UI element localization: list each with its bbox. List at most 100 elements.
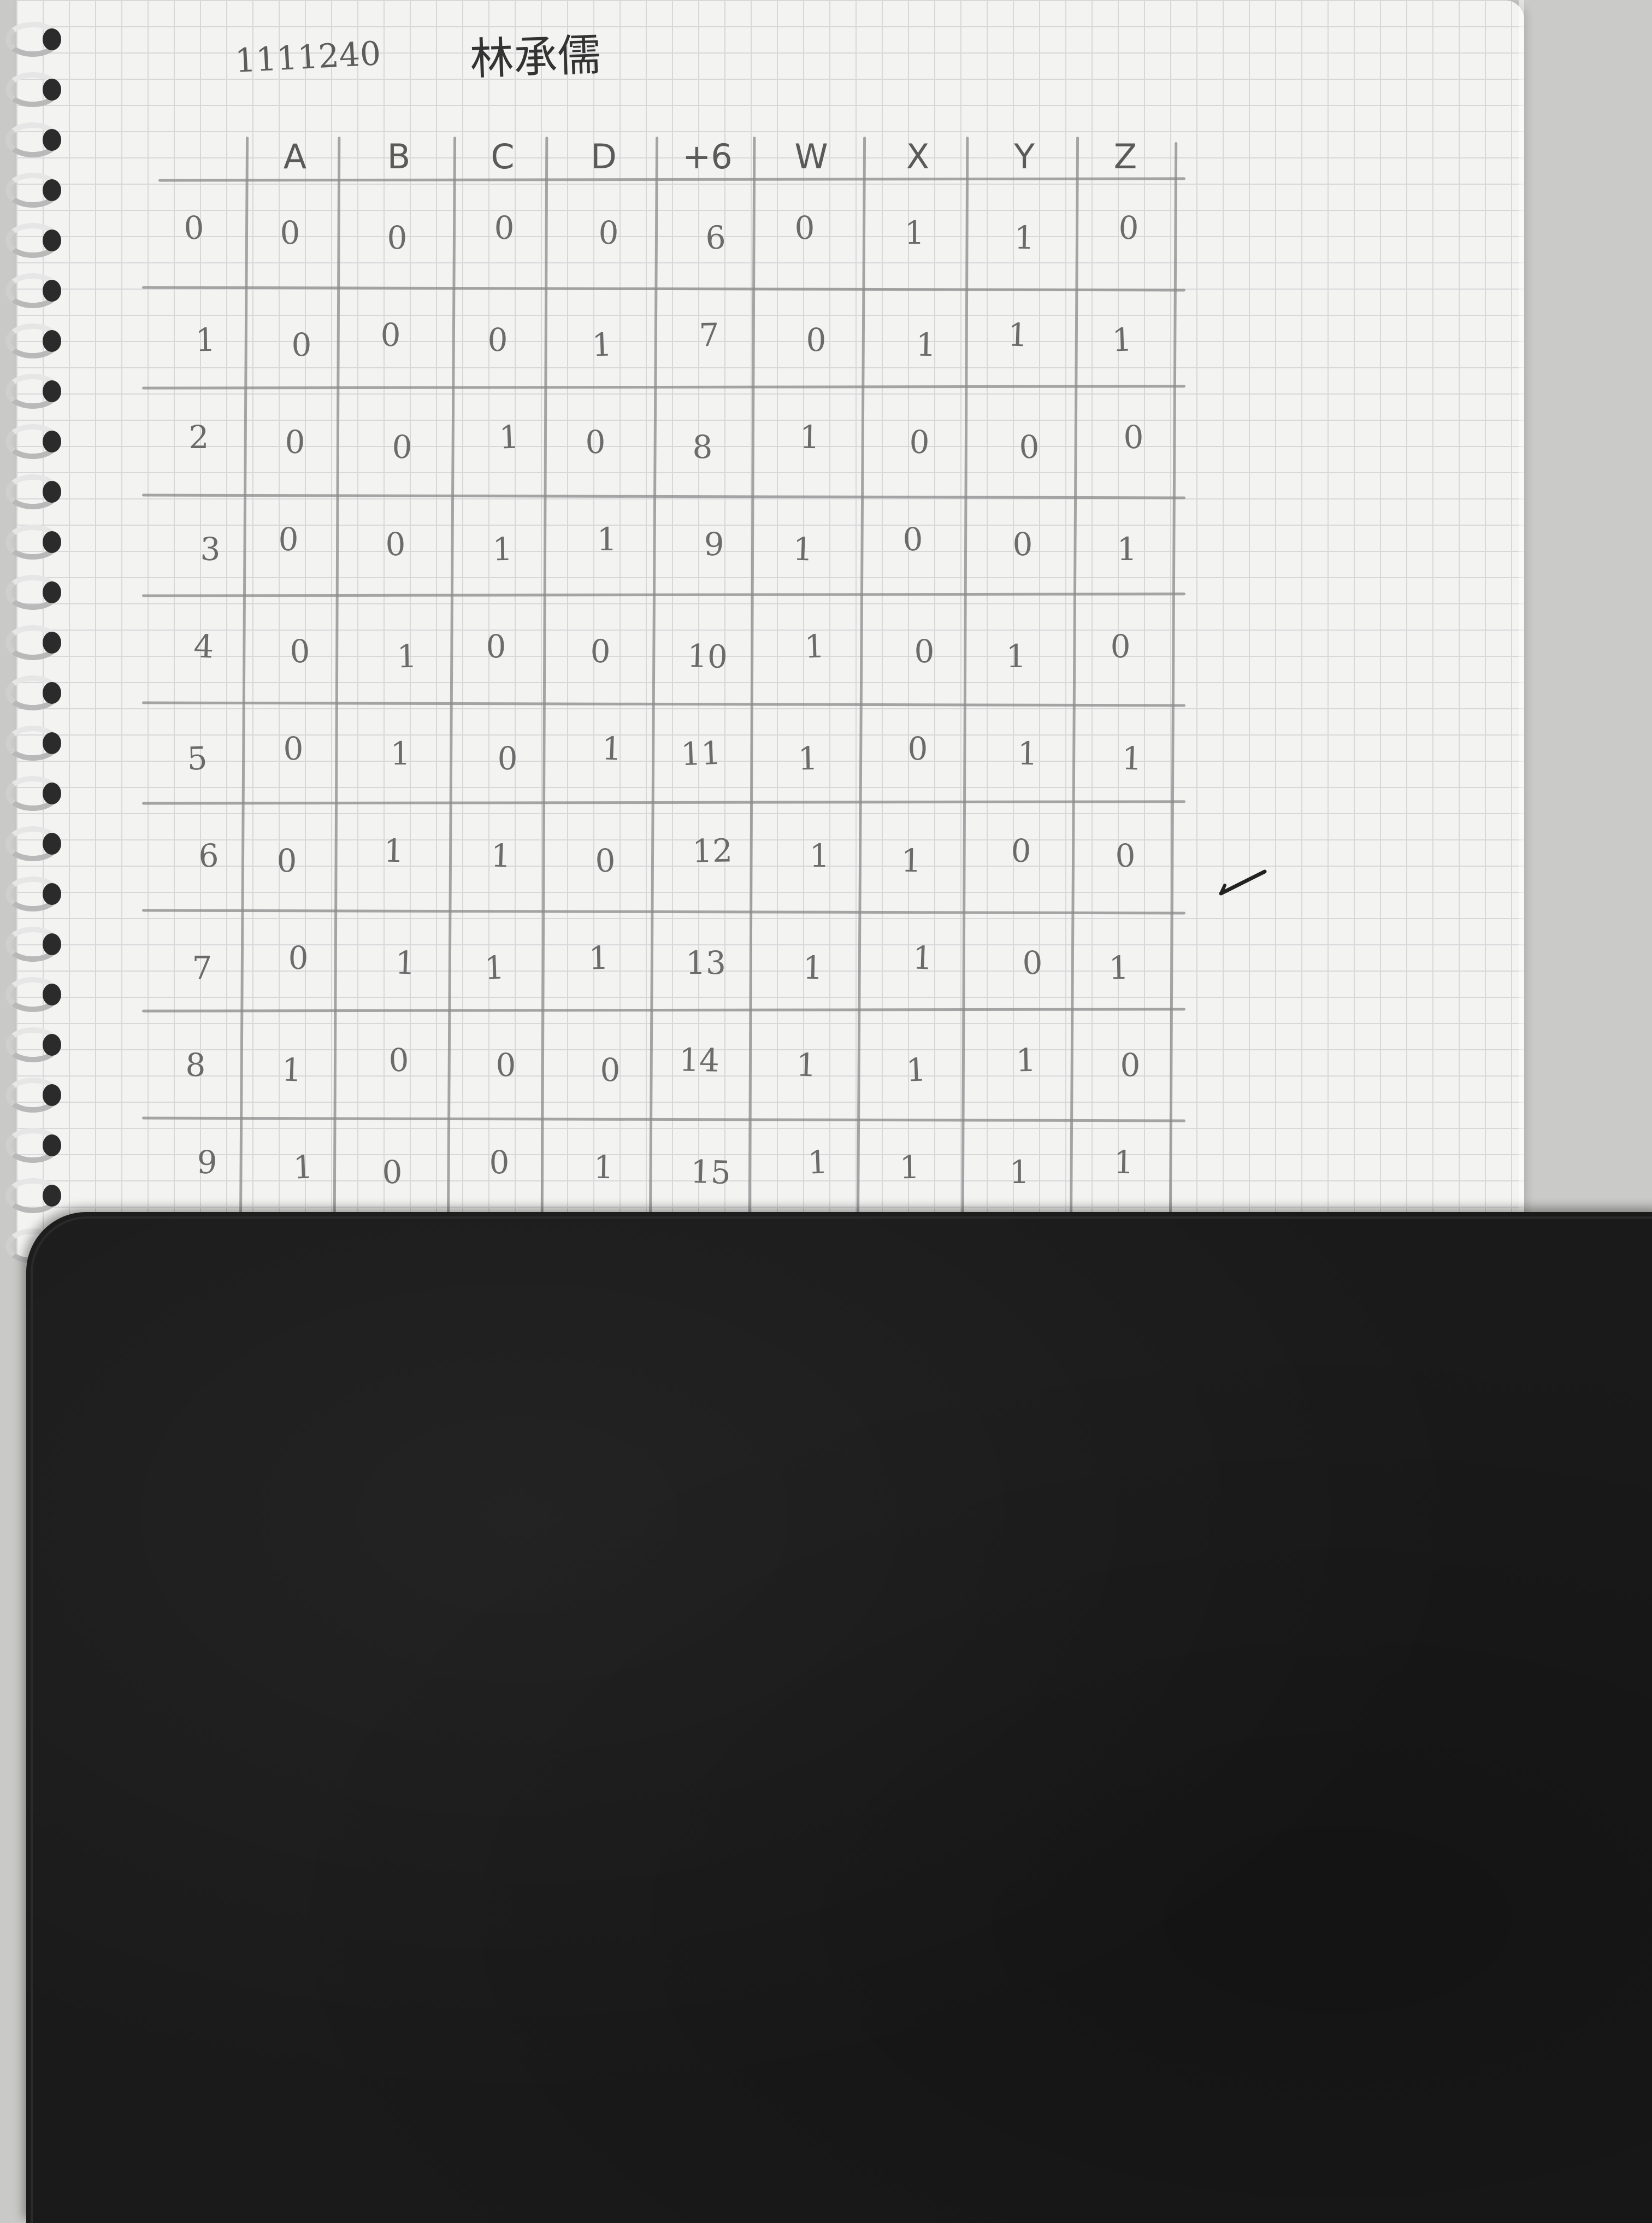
column-header: D	[591, 137, 617, 177]
table-cell: 0	[1114, 837, 1136, 875]
table-cell: 0	[1123, 418, 1144, 456]
photo-scene: 1111240 林承儒 A B C D +6 W X Y Z 0 0 0 0 0 6 0 1 1 0 1 0 0 0 1 7 0 1…	[0, 0, 1652, 2223]
table-cell: 0	[391, 428, 413, 466]
table-cell: 1	[597, 521, 617, 558]
binding-hole	[43, 431, 61, 452]
page-edge	[1519, 0, 1524, 1257]
table-cell: 0	[289, 632, 311, 671]
truth-table: A B C D +6 W X Y Z 0 0 0 0 0 6 0 1 1 0 1 0 0 0 1 7 0 1 1 1 2 0 0 1 0 8 1 0 0 0…	[141, 131, 1186, 1235]
table-cell: 1	[795, 1046, 817, 1084]
table-cell: 0	[913, 632, 935, 671]
table-cell: 1	[899, 1148, 921, 1186]
table-cell: 1	[396, 637, 418, 675]
table-rule	[141, 592, 1186, 597]
table-cell: 15	[689, 1152, 732, 1192]
table-cell: 1	[490, 837, 512, 875]
binding-hole	[43, 481, 61, 503]
table-cell: 0	[1022, 944, 1043, 982]
binding-hole	[43, 1185, 61, 1207]
binding-hole	[43, 280, 61, 302]
column-header: B	[387, 137, 411, 177]
table-cell: 0	[598, 214, 620, 252]
table-cell: 0	[284, 423, 306, 461]
table-cell: 0	[381, 1153, 403, 1191]
column-header: C	[491, 137, 515, 177]
table-cell: 0	[902, 520, 924, 558]
table-cell: 1	[588, 939, 610, 977]
table-cell: 9	[703, 525, 725, 563]
row-index: 1	[194, 321, 216, 359]
column-header: Y	[1014, 137, 1035, 177]
column-header: X	[906, 137, 930, 177]
student-id: 1111240	[234, 34, 382, 80]
table-cell: 1	[804, 627, 825, 666]
binding-hole	[43, 129, 61, 151]
table-cell: 1	[1113, 1143, 1135, 1181]
binding-hole	[43, 883, 61, 905]
column-header: A	[283, 137, 307, 177]
table-cell: 1	[807, 1143, 829, 1181]
table-cell: 7	[698, 316, 720, 354]
table-cell: 1	[904, 214, 925, 251]
desk-surface	[1524, 0, 1652, 1224]
binding-hole	[43, 230, 61, 251]
table-cell: 1	[498, 418, 520, 456]
row-index: 0	[183, 209, 205, 247]
table-cell: 1	[802, 949, 824, 987]
table-cell: 1	[792, 530, 814, 568]
table-column-rule	[446, 137, 457, 1230]
table-cell: 0	[497, 739, 518, 778]
table-cell: 1	[912, 939, 934, 977]
table-cell: 0	[291, 326, 312, 363]
table-cell: 0	[806, 321, 827, 358]
table-cell: 0	[907, 730, 928, 767]
mouse-pad	[26, 1212, 1652, 2223]
table-cell: 0	[489, 1144, 510, 1181]
mouse-pad-edge	[31, 1216, 1652, 2223]
binding-hole	[43, 632, 61, 654]
binding-hole	[43, 28, 61, 50]
student-name: 林承儒	[469, 29, 602, 85]
table-cell: 0	[388, 1041, 410, 1079]
table-cell: 0	[487, 321, 509, 359]
binding-hole	[43, 330, 61, 352]
table-cell: 14	[678, 1041, 720, 1079]
table-cell: 0	[387, 219, 408, 256]
table-cell: 10	[686, 637, 729, 676]
table-cell: 6	[705, 219, 727, 257]
binding-hole	[43, 833, 61, 855]
table-rule	[158, 177, 1186, 182]
binding-hole	[43, 1134, 61, 1156]
column-header: W	[794, 137, 828, 177]
table-cell: 1	[1015, 1041, 1037, 1079]
table-cell: 1	[915, 326, 937, 364]
table-rule	[141, 1116, 1186, 1122]
table-cell: 0	[594, 842, 616, 880]
table-column-rule	[856, 137, 866, 1230]
row-index: 2	[188, 419, 209, 456]
table-rule	[141, 800, 1186, 805]
binding-hole	[43, 1084, 61, 1106]
binding-hole	[43, 682, 61, 704]
table-cell: 0	[1120, 1046, 1141, 1084]
row-index: 8	[185, 1046, 206, 1084]
binding-hole	[43, 933, 61, 955]
row-index: 9	[196, 1143, 218, 1181]
table-cell: 0	[278, 520, 299, 558]
table-cell: 0	[589, 632, 611, 671]
table-cell: 0	[1110, 627, 1131, 666]
binding-hole	[43, 179, 61, 201]
table-rule	[141, 286, 1186, 292]
table-cell: 1	[383, 832, 405, 870]
checkmark-icon	[1219, 869, 1267, 896]
table-cell: 0	[585, 423, 606, 461]
binding-hole	[43, 581, 61, 603]
table-rule	[141, 385, 1186, 390]
binding-hole	[43, 984, 61, 1005]
table-cell: 0	[486, 628, 506, 665]
table-cell: 1	[797, 739, 819, 778]
row-index: 7	[192, 949, 213, 986]
binding-hole	[43, 380, 61, 402]
table-cell: 1	[905, 1051, 927, 1089]
table-cell: 1	[1013, 219, 1035, 257]
